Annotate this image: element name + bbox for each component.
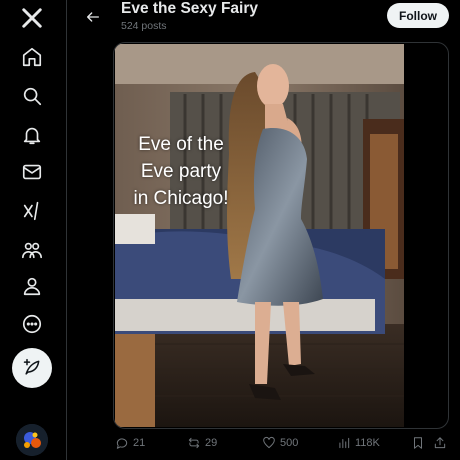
more-icon[interactable] <box>16 308 48 340</box>
share-button[interactable] <box>433 436 447 450</box>
profile-icon[interactable] <box>16 270 48 302</box>
caption-line: Eve party <box>140 161 222 182</box>
column-divider <box>66 0 67 460</box>
caption-line: Eve of the <box>138 134 224 155</box>
profile-name: Eve the Sexy Fairy <box>121 0 258 17</box>
like-button[interactable]: 500 <box>262 436 298 450</box>
home-icon[interactable] <box>16 41 48 73</box>
notifications-icon[interactable] <box>16 119 48 151</box>
repost-icon <box>188 437 200 449</box>
messages-icon[interactable] <box>16 156 48 188</box>
reply-button[interactable]: 21 <box>115 436 145 450</box>
post-actions: 21 29 500 118K <box>113 432 453 456</box>
explore-icon[interactable] <box>16 80 48 112</box>
back-button[interactable] <box>77 3 109 31</box>
view-count: 118K <box>355 437 380 449</box>
back-arrow-icon <box>87 12 99 22</box>
views-button[interactable]: 118K <box>337 436 380 450</box>
repost-count: 29 <box>205 437 218 449</box>
heart-icon <box>263 436 275 449</box>
follow-button[interactable]: Follow <box>387 3 449 28</box>
compose-post-button[interactable] <box>12 348 52 388</box>
bookmark-button[interactable] <box>411 436 425 450</box>
avatar[interactable] <box>16 424 48 456</box>
bookmark-icon <box>414 437 422 449</box>
post-count: 524 posts <box>121 20 167 32</box>
repost-button[interactable]: 29 <box>187 436 217 450</box>
caption-line: in Chicago! <box>133 188 229 209</box>
sidebar-nav <box>0 0 66 460</box>
x-logo-icon[interactable] <box>16 2 48 34</box>
post-photo: Eve of the Eve party in Chicago! <box>115 44 404 427</box>
reply-count: 21 <box>133 437 146 449</box>
views-icon <box>339 437 350 449</box>
like-count: 500 <box>280 437 299 449</box>
share-icon <box>434 437 446 449</box>
compose-post-icon <box>23 358 40 375</box>
reply-icon <box>116 438 128 449</box>
profile-header: Eve the Sexy Fairy 524 posts Follow <box>67 0 460 38</box>
grok-icon[interactable] <box>16 195 48 227</box>
post-media[interactable]: Eve of the Eve party in Chicago! <box>113 42 449 429</box>
photo-caption: Eve of the Eve party in Chicago! <box>115 131 247 212</box>
communities-icon[interactable] <box>16 234 48 266</box>
